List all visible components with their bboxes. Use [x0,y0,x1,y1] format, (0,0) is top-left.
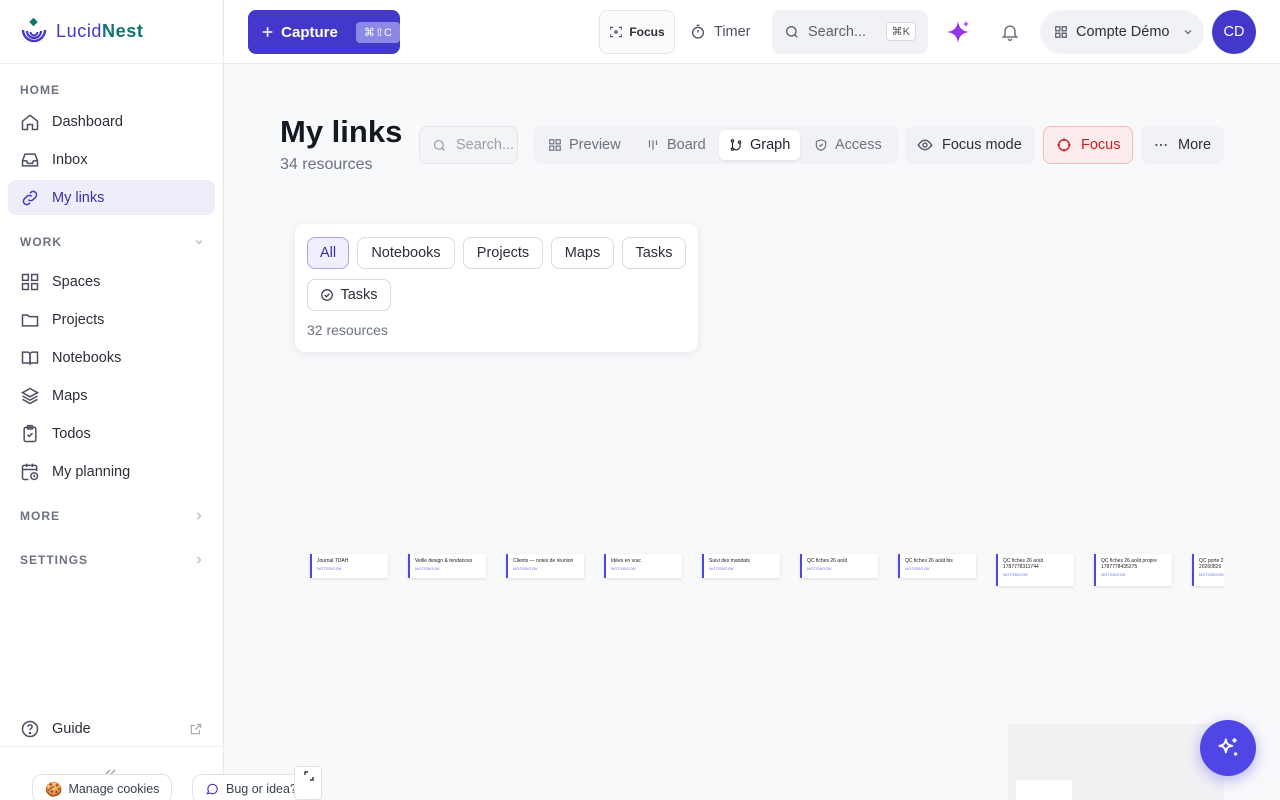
account-switcher[interactable]: Compte Démo [1040,10,1204,54]
bell-icon[interactable] [1000,22,1020,42]
timer-icon [692,24,704,39]
brand-name: LucidNest [56,21,144,41]
graph-node[interactable]: QC fiches 26 août 1787778311744 NOTEBOOK [996,554,1074,586]
check-circle-icon [321,289,334,301]
search-icon [786,26,798,38]
timer-button[interactable]: Timer [690,10,751,54]
grid-icon [549,139,561,151]
book-icon [21,350,39,365]
capture-shortcut: ⌘⇧C [355,21,400,43]
filter-notebooks[interactable]: Notebooks [357,237,455,269]
clipboard-check-icon [23,424,37,442]
graph-minimap[interactable] [1008,724,1224,800]
filter-tasks[interactable]: Tasks [622,237,686,269]
focus-mode-button[interactable]: Focus mode [905,126,1035,164]
cookie-icon: 🍪 [45,780,63,797]
filter-projects[interactable]: Projects [463,237,543,269]
section-more[interactable]: MORE [20,509,204,523]
sidebar-item-my-links[interactable]: My links [8,180,215,215]
grid-icon [21,273,39,290]
manage-cookies-button[interactable]: 🍪 Manage cookies [32,774,173,800]
graph-node[interactable]: QC fiches 26 août propre 1787778435275 NO… [1094,554,1172,586]
sidebar-item-dashboard[interactable]: Dashboard [8,104,215,139]
more-button[interactable]: More [1141,126,1224,164]
page-title: My links [280,114,403,149]
view-switcher: Preview Board Graph Access [534,126,898,164]
graph-node[interactable]: Journal TDAH NOTEBOOK [310,554,388,578]
sidebar-item-todos[interactable]: Todos [8,416,215,451]
git-branch-icon [730,139,742,151]
more-horizontal-icon [1155,143,1167,147]
global-search[interactable]: Search... ⌘K [772,10,928,54]
kanban-icon [648,140,658,150]
grid-icon [1055,26,1067,38]
filter-maps[interactable]: Maps [551,237,614,269]
logo-icon [21,17,47,42]
sidebar: LucidNest HOME Dashboard Inbox My links … [0,0,224,800]
search-shortcut: ⌘K [885,22,916,41]
inbox-icon [21,152,39,167]
home-icon [21,113,39,130]
graph-node[interactable]: QC fiches 26 août NOTEBOOK [800,554,878,578]
filter-all[interactable]: All [307,237,349,269]
resource-count: 34 resources [280,156,373,173]
external-link-icon [190,723,202,734]
capture-button[interactable]: Capture ⌘⇧C [248,10,400,54]
avatar[interactable]: CD [1212,10,1256,54]
logo[interactable]: LucidNest [0,0,223,64]
tab-access[interactable]: Access [804,130,892,160]
graph-node[interactable]: QC fiches 26 août bis NOTEBOOK [898,554,976,578]
graph-node[interactable]: QC porte 2 20260826 NOTEBOOK [1192,554,1224,586]
sidebar-item-spaces[interactable]: Spaces [8,264,215,299]
focus-top-button[interactable]: Focus [599,10,675,54]
focus-button[interactable]: Focus [1043,126,1133,164]
sidebar-item-inbox[interactable]: Inbox [8,142,215,177]
ai-sparkle-icon[interactable] [945,19,971,45]
chevron-right-icon [197,512,202,520]
section-settings[interactable]: SETTINGS [20,553,204,567]
search-icon [433,139,445,151]
sparkles-icon [1218,738,1238,756]
plus-icon [262,27,273,37]
help-circle-icon [21,720,39,737]
tab-graph[interactable]: Graph [719,130,801,160]
minimap-viewport [1016,780,1072,800]
section-home: HOME [20,83,60,97]
tab-preview[interactable]: Preview [538,130,631,160]
chevron-right-icon [197,556,202,564]
tab-board[interactable]: Board [636,130,716,160]
filter-count: 32 resources [307,322,388,338]
calendar-clock-icon [21,463,39,480]
message-icon [206,783,218,795]
graph-node[interactable]: Suivi des mandats NOTEBOOK [702,554,780,578]
graph-node[interactable]: Veille design & tendances NOTEBOOK [408,554,486,578]
folder-icon [21,313,39,327]
graph-node[interactable]: Clients — notes de réunion NOTEBOOK [506,554,584,578]
topbar: Capture ⌘⇧C Focus Timer Search... ⌘K Com… [224,0,1280,64]
shield-check-icon [815,139,827,151]
link-icon [22,190,38,205]
sidebar-item-maps[interactable]: Maps [8,378,215,413]
crosshair-icon [1057,138,1071,152]
sidebar-divider [0,746,223,747]
focus-target-icon [610,26,623,38]
filter-tasks-done[interactable]: Tasks [307,279,391,311]
eye-icon [917,139,933,151]
sidebar-item-notebooks[interactable]: Notebooks [8,340,215,375]
section-work[interactable]: WORK [20,235,204,249]
chevron-down-icon [1184,30,1192,35]
layers-icon [20,387,40,404]
sidebar-item-guide[interactable]: Guide [8,711,215,746]
graph-canvas[interactable]: Journal TDAH NOTEBOOK Veille design & ten… [224,360,1224,800]
fit-view-icon [304,771,314,781]
chevron-down-icon [195,240,203,245]
links-search-input[interactable]: Search... [419,126,518,164]
sidebar-item-my-planning[interactable]: My planning [8,454,215,489]
ai-assistant-button[interactable] [1200,720,1256,776]
sidebar-item-projects[interactable]: Projects [8,302,215,337]
graph-controls[interactable] [294,766,322,800]
type-filter-panel: All Notebooks Projects Maps Tasks Tasks … [295,224,698,352]
graph-node[interactable]: Idées en vrac NOTEBOOK [604,554,682,578]
